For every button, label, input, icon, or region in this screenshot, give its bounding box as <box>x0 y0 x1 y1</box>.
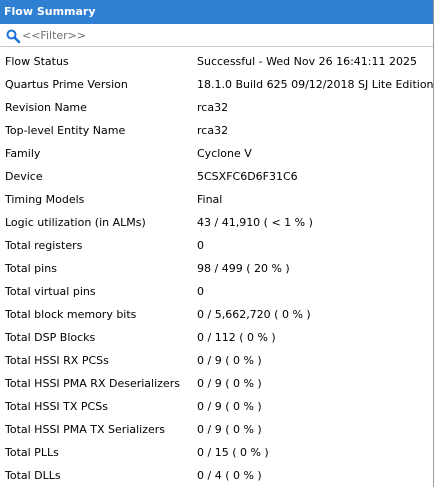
row-value: 0 <box>197 239 204 252</box>
row-label: Total registers <box>5 239 83 252</box>
search-icon[interactable] <box>5 28 21 44</box>
row-label: Total virtual pins <box>5 285 96 298</box>
row-value: 0 / 112 ( 0 % ) <box>197 331 276 344</box>
row-label: Family <box>5 147 41 160</box>
row-label: Logic utilization (in ALMs) <box>5 216 146 229</box>
filter-bar <box>0 25 433 47</box>
row-label: Timing Models <box>5 193 85 206</box>
filter-input[interactable] <box>22 29 322 42</box>
row-label: Total block memory bits <box>5 308 137 321</box>
row-value: 0 / 9 ( 0 % ) <box>197 423 262 436</box>
row-value: 18.1.0 Build 625 09/12/2018 SJ Lite Edit… <box>197 78 433 91</box>
table-row[interactable]: Top-level Entity Name rca32 <box>0 119 433 142</box>
table-row[interactable]: Revision Name rca32 <box>0 96 433 119</box>
row-label: Total HSSI RX PCSs <box>5 354 109 367</box>
row-value: 0 / 9 ( 0 % ) <box>197 354 262 367</box>
row-label: Total DSP Blocks <box>5 331 96 344</box>
row-label: Total PLLs <box>5 446 59 459</box>
row-label: Total DLLs <box>5 469 61 482</box>
row-label: Quartus Prime Version <box>5 78 128 91</box>
row-label: Revision Name <box>5 101 87 114</box>
row-value: 0 / 4 ( 0 % ) <box>197 469 262 482</box>
row-value: 0 / 9 ( 0 % ) <box>197 400 262 413</box>
row-label: Total HSSI PMA RX Deserializers <box>5 377 180 390</box>
table-row[interactable]: Flow Status Successful - Wed Nov 26 16:41… <box>0 50 433 73</box>
table-row[interactable]: Family Cyclone V <box>0 142 433 165</box>
row-label: Flow Status <box>5 55 69 68</box>
row-value: 0 / 5,662,720 ( 0 % ) <box>197 308 311 321</box>
row-label: Total HSSI TX PCSs <box>5 400 108 413</box>
row-value: Successful - Wed Nov 26 16:41:11 2025 <box>197 55 417 68</box>
row-value: rca32 <box>197 124 229 137</box>
summary-table: Flow Status Successful - Wed Nov 26 16:41… <box>0 50 433 487</box>
table-row[interactable]: Total HSSI RX PCSs 0 / 9 ( 0 % ) <box>0 349 433 372</box>
table-row[interactable]: Total DSP Blocks 0 / 112 ( 0 % ) <box>0 326 433 349</box>
table-row[interactable]: Total HSSI PMA RX Deserializers 0 / 9 ( 0… <box>0 372 433 395</box>
table-row[interactable]: Total DLLs 0 / 4 ( 0 % ) <box>0 464 433 487</box>
row-label: Top-level Entity Name <box>5 124 126 137</box>
flow-summary-panel: Flow Summary Flow Status Successful - Wed… <box>0 0 434 487</box>
table-row[interactable]: Device 5CSXFC6D6F31C6 <box>0 165 433 188</box>
row-label: Total HSSI PMA TX Serializers <box>5 423 166 436</box>
row-value: 0 / 9 ( 0 % ) <box>197 377 262 390</box>
panel-title: Flow Summary <box>0 0 433 24</box>
table-row[interactable]: Total PLLs 0 / 15 ( 0 % ) <box>0 441 433 464</box>
table-row[interactable]: Total HSSI TX PCSs 0 / 9 ( 0 % ) <box>0 395 433 418</box>
row-value: 0 <box>197 285 204 298</box>
row-value: 43 / 41,910 ( < 1 % ) <box>197 216 313 229</box>
table-row[interactable]: Total block memory bits 0 / 5,662,720 ( 0… <box>0 303 433 326</box>
table-row[interactable]: Timing Models Final <box>0 188 433 211</box>
table-row[interactable]: Quartus Prime Version 18.1.0 Build 625 09… <box>0 73 433 96</box>
row-value: 5CSXFC6D6F31C6 <box>197 170 298 183</box>
table-row[interactable]: Total virtual pins 0 <box>0 280 433 303</box>
row-value: Cyclone V <box>197 147 252 160</box>
row-value: Final <box>197 193 223 206</box>
row-label: Total pins <box>5 262 57 275</box>
row-value: 98 / 499 ( 20 % ) <box>197 262 290 275</box>
table-row[interactable]: Total HSSI PMA TX Serializers 0 / 9 ( 0 %… <box>0 418 433 441</box>
table-row[interactable]: Logic utilization (in ALMs) 43 / 41,910 (… <box>0 211 433 234</box>
row-label: Device <box>5 170 43 183</box>
table-row[interactable]: Total registers 0 <box>0 234 433 257</box>
row-value: rca32 <box>197 101 229 114</box>
row-value: 0 / 15 ( 0 % ) <box>197 446 269 459</box>
table-row[interactable]: Total pins 98 / 499 ( 20 % ) <box>0 257 433 280</box>
